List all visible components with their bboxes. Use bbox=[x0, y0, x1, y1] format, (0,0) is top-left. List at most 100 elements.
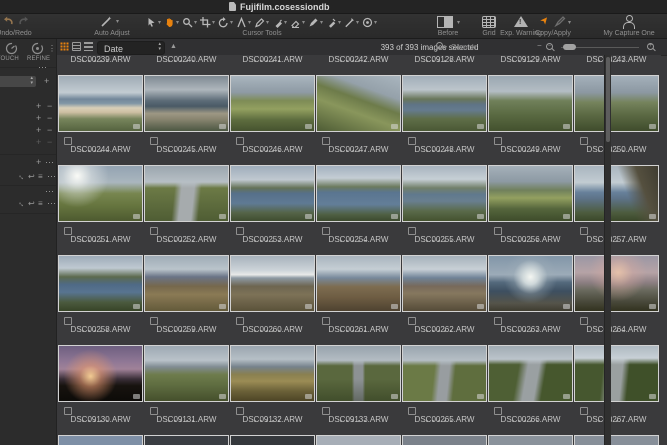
thumbnail-cell[interactable]: DSC00239.ARW bbox=[58, 55, 144, 75]
photo-thumbnail[interactable] bbox=[58, 75, 143, 132]
reset-arrow-icon[interactable]: ↩ bbox=[28, 199, 35, 208]
thumbnail-cell[interactable] bbox=[144, 435, 230, 445]
thumbnail-cell[interactable]: DSC00260.ARW bbox=[230, 255, 316, 345]
thumbnail-cell[interactable]: DSC00243.ARW bbox=[574, 55, 660, 75]
thumbnail-cell[interactable]: DSC09133.ARW bbox=[316, 345, 402, 435]
photo-thumbnail[interactable] bbox=[574, 255, 659, 312]
photo-thumbnail[interactable] bbox=[58, 345, 143, 402]
thumbnail-cell[interactable] bbox=[574, 435, 660, 445]
photo-thumbnail[interactable] bbox=[574, 345, 659, 402]
erase-mask-tool[interactable]: ▾ bbox=[326, 16, 344, 29]
thumbnail-cell[interactable]: DSC00262.ARW bbox=[402, 255, 488, 345]
photo-thumbnail[interactable] bbox=[402, 435, 487, 445]
select-checkbox[interactable] bbox=[236, 407, 244, 415]
auto-adjust-caret-icon[interactable]: ▾ bbox=[116, 19, 119, 25]
select-checkbox[interactable] bbox=[580, 407, 588, 415]
photo-thumbnail[interactable] bbox=[488, 435, 573, 445]
photo-thumbnail[interactable] bbox=[402, 255, 487, 312]
thumbnail-cell[interactable] bbox=[402, 435, 488, 445]
panel-menu-icon[interactable]: ⋯ bbox=[47, 199, 56, 208]
color-picker-tool[interactable]: ▾ bbox=[362, 16, 380, 29]
copy-adjustments-arrow-icon[interactable]: ➤ bbox=[538, 14, 552, 27]
thumbnail-cell[interactable]: DSC00250.ARW bbox=[574, 75, 660, 165]
search-caret-icon[interactable]: ▾ bbox=[444, 45, 447, 51]
zoom-out-minus[interactable]: − bbox=[537, 41, 542, 50]
keystone-tool[interactable]: ▾ bbox=[236, 16, 254, 29]
photo-thumbnail[interactable] bbox=[144, 435, 229, 445]
select-checkbox[interactable] bbox=[322, 137, 330, 145]
thumbnail-cell[interactable]: DSC00251.ARW bbox=[58, 165, 144, 255]
select-checkbox[interactable] bbox=[64, 407, 72, 415]
thumbnail-cell[interactable]: DSC00244.ARW bbox=[58, 75, 144, 165]
add-button[interactable]: + bbox=[44, 77, 49, 86]
sort-stepper-icon[interactable]: ▴▾ bbox=[158, 42, 161, 52]
plus-button[interactable]: + bbox=[36, 126, 41, 135]
my-capture-one-person-icon[interactable] bbox=[622, 15, 634, 27]
minus-button[interactable]: − bbox=[47, 126, 52, 135]
undo-button[interactable] bbox=[2, 15, 14, 27]
select-checkbox[interactable] bbox=[236, 317, 244, 325]
photo-thumbnail[interactable] bbox=[144, 255, 229, 312]
photo-thumbnail[interactable] bbox=[316, 75, 401, 132]
photo-thumbnail[interactable] bbox=[574, 435, 659, 445]
thumbnail-cell[interactable]: DSC00257.ARW bbox=[574, 165, 660, 255]
vertical-scrollbar[interactable] bbox=[604, 55, 611, 445]
draw-mask-tool[interactable]: ▾ bbox=[308, 16, 326, 29]
photo-thumbnail[interactable] bbox=[230, 255, 315, 312]
presets-menu-icon[interactable]: ≡ bbox=[38, 199, 43, 208]
thumbnail-cell[interactable] bbox=[316, 435, 402, 445]
plus-button[interactable]: + bbox=[36, 102, 41, 111]
before-icon[interactable] bbox=[437, 16, 453, 27]
photo-thumbnail[interactable] bbox=[230, 345, 315, 402]
panel-menu-icon[interactable]: ⋯ bbox=[38, 63, 47, 72]
zoom-slider-thumb[interactable] bbox=[563, 44, 576, 50]
select-checkbox[interactable] bbox=[580, 227, 588, 235]
reset-arrow-icon[interactable]: ↩ bbox=[28, 172, 35, 181]
thumbnail-cell[interactable]: DSC00254.ARW bbox=[316, 165, 402, 255]
rotate-tool[interactable]: ▾ bbox=[218, 16, 236, 29]
photo-thumbnail[interactable] bbox=[144, 75, 229, 132]
crop-tool[interactable]: ▾ bbox=[200, 16, 218, 29]
thumbnail-cell[interactable]: DSC09129.ARW bbox=[488, 55, 574, 75]
photo-thumbnail[interactable] bbox=[488, 165, 573, 222]
search-field[interactable]: ▾ bbox=[435, 41, 545, 53]
select-checkbox[interactable] bbox=[322, 317, 330, 325]
select-checkbox[interactable] bbox=[494, 227, 502, 235]
select-checkbox[interactable] bbox=[322, 407, 330, 415]
select-checkbox[interactable] bbox=[150, 137, 158, 145]
apply-adjustments-brush-icon[interactable] bbox=[554, 15, 566, 27]
select-checkbox[interactable] bbox=[322, 227, 330, 235]
expand-diagonal-icon[interactable]: ↔ bbox=[16, 197, 28, 209]
zoom-in-icon[interactable]: + bbox=[647, 43, 654, 50]
redo-button[interactable] bbox=[18, 15, 30, 27]
thumbnail-cell[interactable]: DSC00267.ARW bbox=[574, 345, 660, 435]
photo-thumbnail[interactable] bbox=[488, 345, 573, 402]
spot-remove-tool[interactable]: ▾ bbox=[254, 16, 272, 29]
pan-tool[interactable]: ▾ bbox=[164, 16, 182, 29]
select-checkbox[interactable] bbox=[150, 227, 158, 235]
thumbnail-cell[interactable]: DSC00249.ARW bbox=[488, 75, 574, 165]
refine-tab-dial-icon[interactable] bbox=[31, 42, 44, 55]
thumbnail-cell[interactable]: DSC00261.ARW bbox=[316, 255, 402, 345]
thumbnail-cell[interactable]: DSC09131.ARW bbox=[144, 345, 230, 435]
photo-thumbnail[interactable] bbox=[402, 345, 487, 402]
thumbnail-cell[interactable]: DSC00246.ARW bbox=[230, 75, 316, 165]
photo-thumbnail[interactable] bbox=[58, 165, 143, 222]
select-checkbox[interactable] bbox=[150, 317, 158, 325]
presets-menu-icon[interactable]: ≡ bbox=[38, 172, 43, 181]
view-grid-icon[interactable] bbox=[60, 42, 69, 51]
grid-icon[interactable] bbox=[482, 16, 496, 28]
photo-thumbnail[interactable] bbox=[230, 75, 315, 132]
thumbnail-cell[interactable]: DSC00263.ARW bbox=[488, 255, 574, 345]
thumbnail-cell[interactable]: DSC00241.ARW bbox=[230, 55, 316, 75]
photo-thumbnail[interactable] bbox=[230, 165, 315, 222]
thumbnail-cell[interactable]: DSC09132.ARW bbox=[230, 345, 316, 435]
panel-menu-icon[interactable]: ⋯ bbox=[47, 172, 56, 181]
erase-tool[interactable]: ▾ bbox=[290, 16, 308, 29]
plus-button[interactable]: + bbox=[36, 114, 41, 123]
expand-diagonal-icon[interactable]: ↔ bbox=[16, 170, 28, 182]
thumbnail-cell[interactable]: DSC00265.ARW bbox=[402, 345, 488, 435]
search-input[interactable] bbox=[449, 41, 543, 54]
auto-adjust-button[interactable] bbox=[100, 15, 113, 28]
photo-thumbnail[interactable] bbox=[230, 435, 315, 445]
